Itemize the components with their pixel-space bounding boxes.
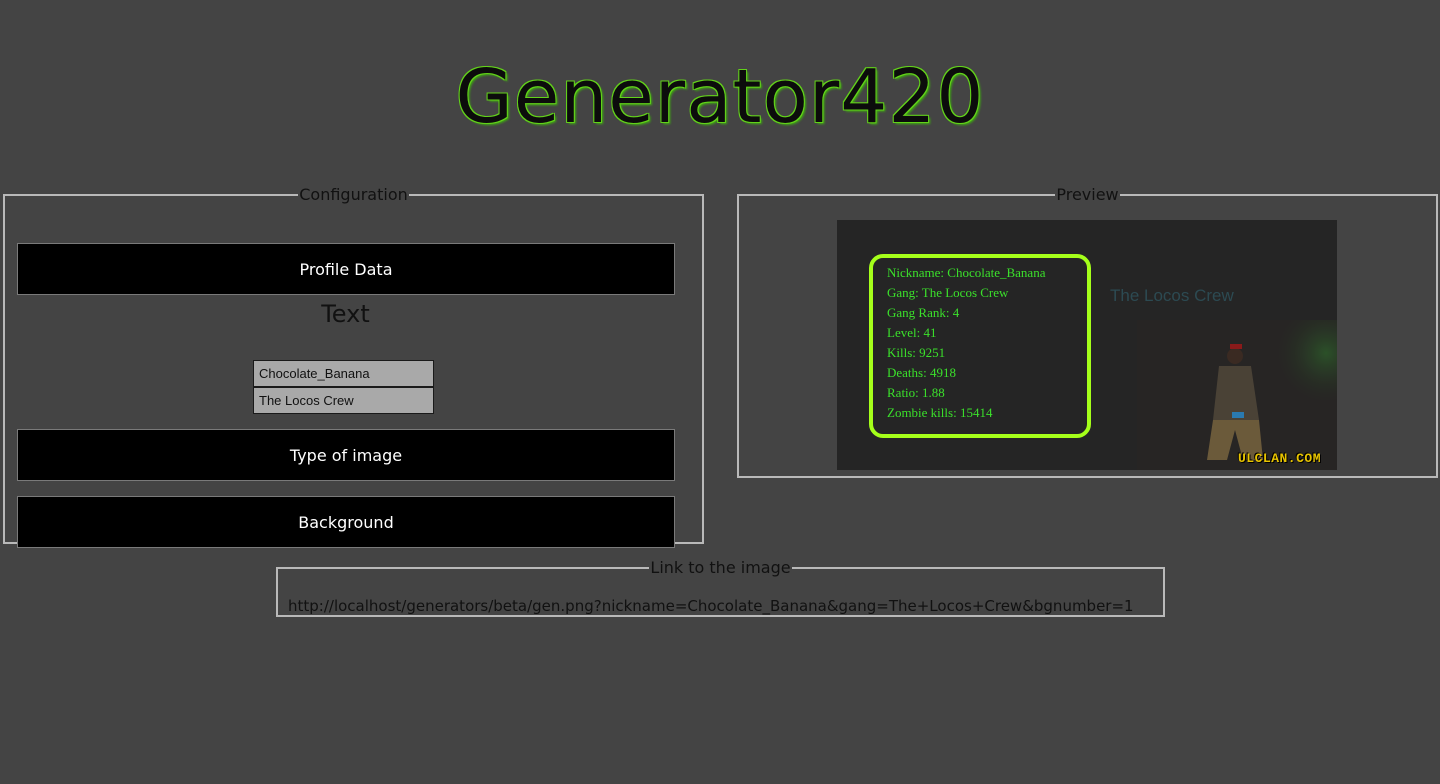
stat-nickname: Nickname: Chocolate_Banana — [887, 265, 1046, 280]
link-panel: Link to the image http://localhost/gener… — [276, 559, 1165, 617]
stat-kills: Kills: 9251 — [887, 345, 946, 360]
page-title: Generator420 — [455, 54, 985, 140]
stats-box: Nickname: Chocolate_Banana Gang: The Loc… — [869, 254, 1091, 438]
stat-deaths: Deaths: 4918 — [887, 365, 956, 380]
text-section-heading: Text — [321, 300, 370, 328]
image-link-text[interactable]: http://localhost/generators/beta/gen.png… — [288, 597, 1153, 615]
stat-zombie-kills: Zombie kills: 15414 — [887, 405, 993, 420]
stat-ratio: Ratio: 1.88 — [887, 385, 945, 400]
brand-logo: ULCLAN.COM — [1237, 451, 1321, 466]
preview-panel: Preview The Locos Crew Nickname: Chocola… — [737, 186, 1438, 478]
nickname-input[interactable] — [253, 360, 434, 387]
preview-legend: Preview — [1056, 185, 1119, 204]
character-artwork-icon — [1137, 320, 1337, 470]
link-legend: Link to the image — [650, 558, 791, 577]
stat-gang-rank: Gang Rank: 4 — [887, 305, 960, 320]
profile-data-button[interactable]: Profile Data — [17, 243, 675, 295]
preview-image: The Locos Crew Nickname: Chocolate_Banan… — [837, 220, 1337, 470]
configuration-legend: Configuration — [299, 185, 408, 204]
configuration-panel: Configuration Profile Data Text Type of … — [3, 185, 704, 548]
gang-overlay-text: The Locos Crew — [1110, 286, 1234, 305]
background-button[interactable]: Background — [17, 496, 675, 548]
type-of-image-button[interactable]: Type of image — [17, 429, 675, 481]
stat-level: Level: 41 — [887, 325, 937, 340]
stat-gang: Gang: The Locos Crew — [887, 285, 1009, 300]
gang-input[interactable] — [253, 387, 434, 414]
